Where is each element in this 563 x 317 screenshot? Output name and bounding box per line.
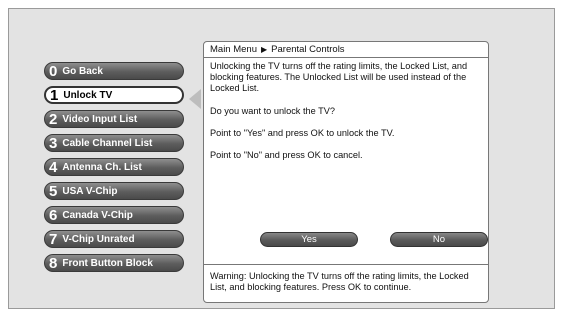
question-text: Do you want to unlock the TV? (210, 106, 335, 116)
menu-item-number: 7 (49, 230, 58, 248)
menu-item-label: V-Chip Unrated (62, 233, 135, 245)
breadcrumb-arrow-icon: ▶ (261, 45, 268, 54)
menu-item-number: 8 (49, 254, 58, 272)
menu-item-label: Go Back (62, 65, 103, 77)
menu-item-label: Canada V-Chip (62, 209, 133, 221)
menu-item-front-button-block[interactable]: 8 Front Button Block (44, 254, 184, 272)
info-panel: Main Menu ▶ Parental Controls Unlocking … (203, 41, 489, 303)
menu-item-antenna-ch-list[interactable]: 4 Antenna Ch. List (44, 158, 184, 176)
menu-item-label: Front Button Block (62, 257, 153, 269)
menu-item-number: 4 (49, 158, 58, 176)
panel-content: Unlocking the TV turns off the rating li… (210, 61, 482, 172)
menu-item-number: 1 (50, 86, 59, 104)
menu-item-label: Antenna Ch. List (62, 161, 142, 173)
menu-item-canada-v-chip[interactable]: 6 Canada V-Chip (44, 206, 184, 224)
menu-item-number: 5 (49, 182, 58, 200)
menu-item-label: Cable Channel List (62, 137, 153, 149)
no-button[interactable]: No (390, 232, 488, 247)
menu-item-cable-channel-list[interactable]: 3 Cable Channel List (44, 134, 184, 152)
no-instruction-text: Point to "No" and press OK to cancel. (210, 150, 363, 160)
menu-item-number: 6 (49, 206, 58, 224)
menu-item-label: Unlock TV (63, 89, 113, 101)
breadcrumb-main-menu: Main Menu (210, 44, 257, 55)
menu-item-unlock-tv[interactable]: 1 Unlock TV (44, 86, 184, 104)
description-text: Unlocking the TV turns off the rating li… (210, 61, 468, 93)
selection-pointer-arrow (189, 89, 201, 109)
menu-item-label: Video Input List (62, 113, 138, 125)
menu-item-go-back[interactable]: 0 Go Back (44, 62, 184, 80)
yes-instruction-text: Point to "Yes" and press OK to unlock th… (210, 128, 395, 138)
menu-item-label: USA V-Chip (62, 185, 118, 197)
breadcrumb: Main Menu ▶ Parental Controls (204, 42, 488, 58)
menu-item-number: 3 (49, 134, 58, 152)
warning-text: Warning: Unlocking the TV turns off the … (204, 264, 488, 302)
yes-button[interactable]: Yes (260, 232, 358, 247)
tv-screen: 0 Go Back 1 Unlock TV 2 Video Input List… (8, 8, 555, 309)
breadcrumb-parental-controls: Parental Controls (271, 44, 345, 55)
menu-item-number: 2 (49, 110, 58, 128)
menu-item-video-input-list[interactable]: 2 Video Input List (44, 110, 184, 128)
menu-item-usa-v-chip[interactable]: 5 USA V-Chip (44, 182, 184, 200)
menu-item-number: 0 (49, 62, 58, 80)
menu-item-v-chip-unrated[interactable]: 7 V-Chip Unrated (44, 230, 184, 248)
